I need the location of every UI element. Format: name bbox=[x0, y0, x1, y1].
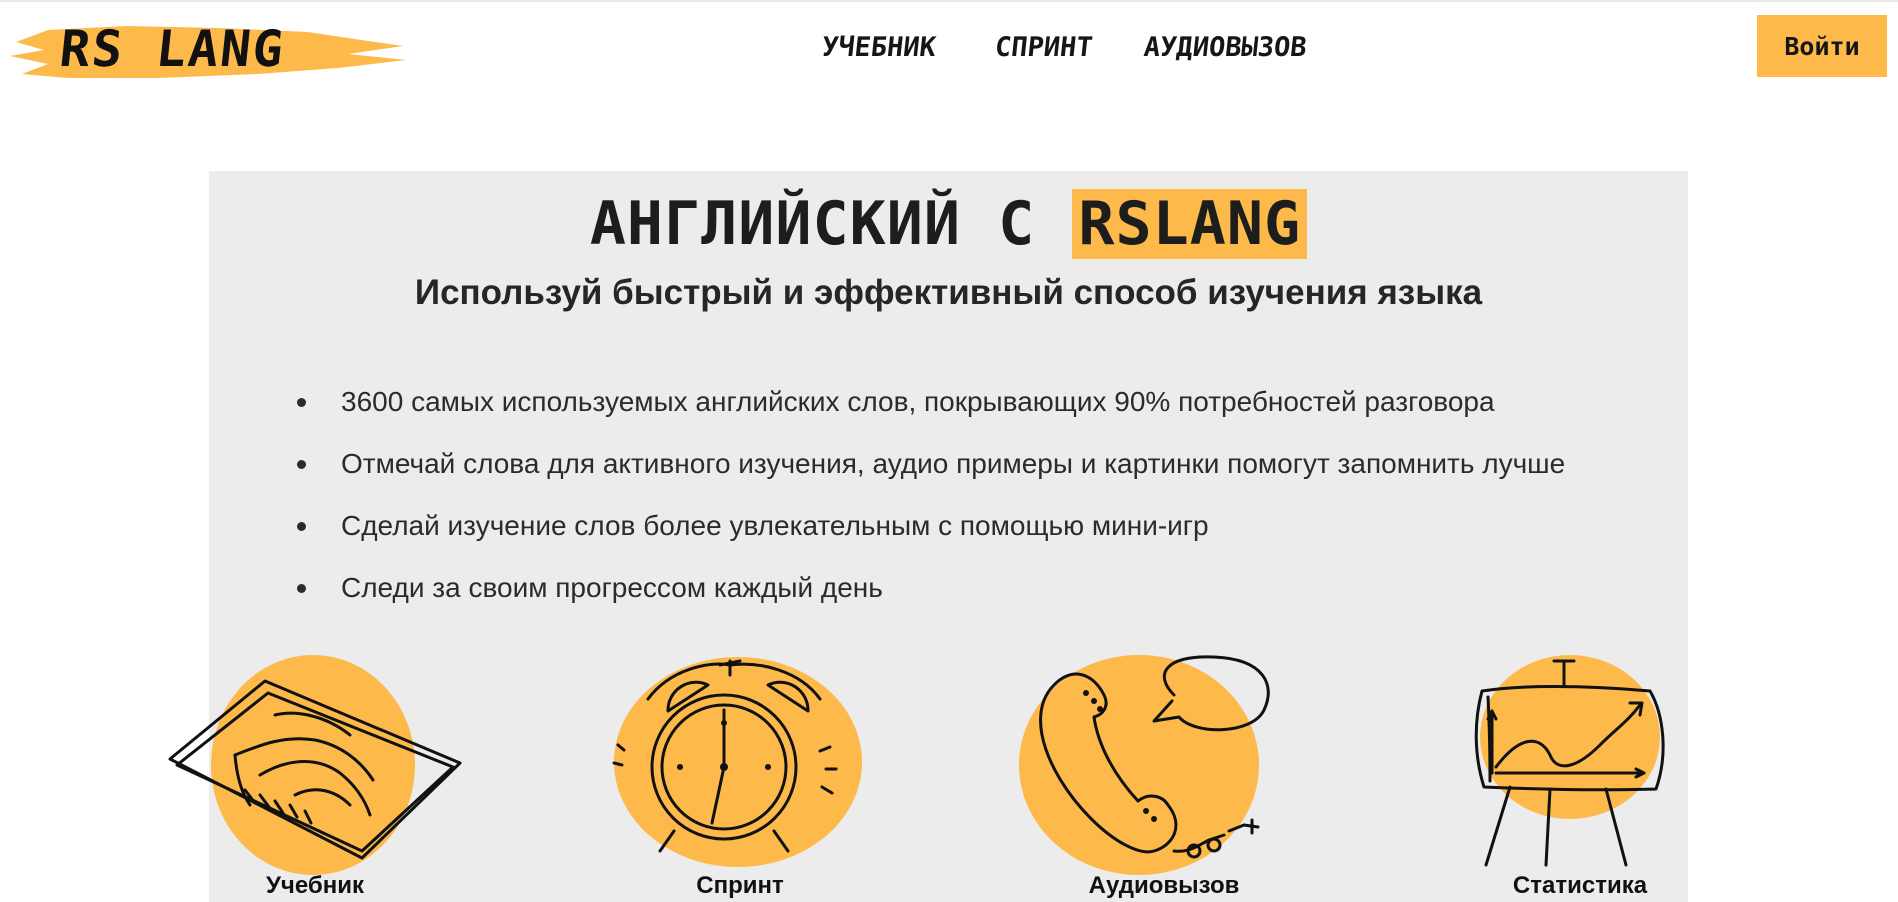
nav-link-audiocall[interactable]: Аудиовызов bbox=[1142, 32, 1308, 63]
hero-subtitle: Используй быстрый и эффективный способ и… bbox=[414, 273, 1483, 312]
login-button-label: Войти bbox=[1784, 31, 1860, 61]
card-sprint[interactable]: Спринт bbox=[590, 655, 890, 902]
feature-item: Следи за своим прогрессом каждый день bbox=[297, 557, 1565, 619]
card-textbook[interactable]: Учебник bbox=[165, 655, 465, 902]
feature-text: Следи за своим прогрессом каждый день bbox=[341, 572, 883, 603]
feature-item: 3600 самых используемых английских слов,… bbox=[297, 371, 1565, 433]
bullet-icon bbox=[297, 584, 306, 593]
site-header: RS LANG Учебник Спринт Аудиовызов Войти bbox=[0, 2, 1898, 97]
login-button[interactable]: Войти bbox=[1757, 15, 1887, 77]
feature-text: 3600 самых используемых английских слов,… bbox=[341, 386, 1495, 417]
nav-link-textbook[interactable]: Учебник bbox=[820, 32, 937, 63]
card-label: Аудиовызов bbox=[1088, 872, 1240, 899]
hero-title: Английский с RSLang bbox=[209, 189, 1688, 259]
alarm-clock-icon bbox=[612, 657, 862, 867]
hero-title-prefix: Английский с bbox=[589, 189, 1036, 259]
telephone-icon bbox=[1019, 655, 1270, 875]
bullet-icon bbox=[297, 460, 306, 469]
chart-easel-icon bbox=[1474, 655, 1665, 867]
logo[interactable]: RS LANG bbox=[8, 16, 410, 88]
card-label: Статистика bbox=[1512, 872, 1648, 899]
feature-text: Отмечай слова для активного изучения, ау… bbox=[341, 448, 1566, 479]
bullet-icon bbox=[297, 522, 306, 531]
feature-list: 3600 самых используемых английских слов,… bbox=[297, 371, 1565, 619]
hero-title-highlight: RSLang bbox=[1072, 189, 1308, 259]
feature-item: Отмечай слова для активного изучения, ау… bbox=[297, 433, 1565, 495]
card-label: Учебник bbox=[266, 872, 364, 899]
card-statistics[interactable]: Статистика bbox=[1430, 655, 1730, 902]
nav-link-sprint[interactable]: Спринт bbox=[993, 32, 1094, 63]
card-label: Спринт bbox=[696, 872, 784, 899]
book-icon bbox=[168, 655, 462, 875]
logo-text: RS LANG bbox=[56, 20, 288, 78]
feature-text: Сделай изучение слов более увлекательным… bbox=[341, 510, 1209, 541]
card-audiocall[interactable]: Аудиовызов bbox=[1014, 655, 1314, 902]
feature-item: Сделай изучение слов более увлекательным… bbox=[297, 495, 1565, 557]
bullet-icon bbox=[297, 398, 306, 407]
